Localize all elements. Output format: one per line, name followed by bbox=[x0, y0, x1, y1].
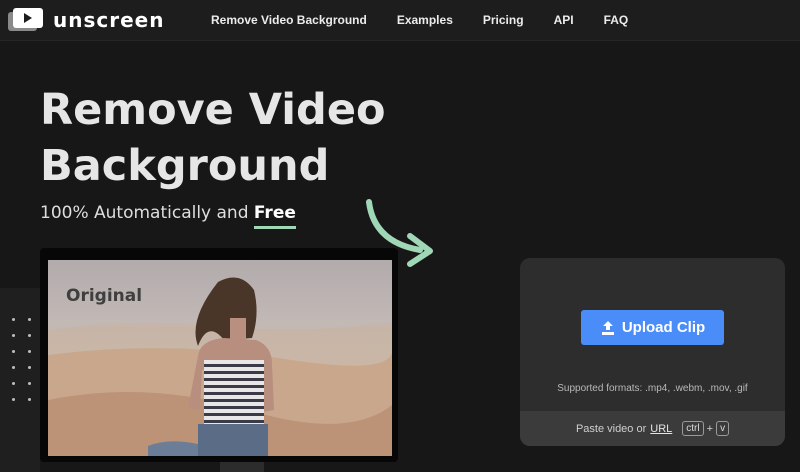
dot bbox=[12, 366, 15, 369]
dot bbox=[12, 318, 15, 321]
dot bbox=[28, 318, 31, 321]
page-title-line-1: Remove Video bbox=[40, 85, 386, 135]
v-key: v bbox=[716, 421, 730, 436]
paste-text: Paste video or bbox=[575, 422, 647, 435]
upload-arrow-icon bbox=[601, 320, 614, 335]
dot bbox=[28, 366, 31, 369]
upload-card: Upload Clip Supported formats: .mp4, .we… bbox=[520, 258, 785, 446]
nav-link-api[interactable]: API bbox=[554, 13, 574, 27]
dot bbox=[28, 350, 31, 353]
page-title: Remove Video Background bbox=[40, 82, 386, 194]
dot bbox=[12, 382, 15, 385]
dot bbox=[12, 350, 15, 353]
upload-clip-label: Upload Clip bbox=[621, 319, 706, 336]
play-icon bbox=[8, 7, 44, 33]
page-title-line-2: Background bbox=[40, 141, 330, 191]
dotted-decoration bbox=[0, 288, 40, 472]
nav-link-remove-video-background[interactable]: Remove Video Background bbox=[211, 13, 367, 27]
dot bbox=[12, 398, 15, 401]
monitor-stand bbox=[220, 462, 264, 472]
dot bbox=[28, 382, 31, 385]
paste-bar: Paste video or URL ctrl + v bbox=[520, 411, 785, 446]
dot bbox=[28, 398, 31, 401]
nav-link-faq[interactable]: FAQ bbox=[604, 13, 629, 27]
dot bbox=[12, 334, 15, 337]
dot bbox=[28, 334, 31, 337]
ctrl-key: ctrl bbox=[682, 421, 704, 436]
supported-formats: Supported formats: .mp4, .webm, .mov, .g… bbox=[557, 383, 748, 394]
plus-sign: + bbox=[706, 422, 714, 435]
top-nav: unscreen Remove Video Background Example… bbox=[0, 0, 800, 41]
nav-link-pricing[interactable]: Pricing bbox=[483, 13, 524, 27]
hero-subtitle: 100% Automatically and Free bbox=[40, 203, 296, 223]
original-label: Original bbox=[66, 286, 143, 306]
url-link[interactable]: URL bbox=[650, 423, 672, 435]
nav-links: Remove Video Background Examples Pricing… bbox=[196, 0, 643, 40]
brand-name: unscreen bbox=[53, 8, 165, 32]
hero-subtitle-text: 100% Automatically and bbox=[40, 203, 254, 223]
video-preview: Original bbox=[48, 260, 392, 456]
video-preview-frame: Original bbox=[40, 248, 398, 462]
logo[interactable]: unscreen bbox=[8, 6, 164, 34]
curved-arrow-icon bbox=[362, 196, 436, 272]
upload-clip-button[interactable]: Upload Clip bbox=[581, 310, 724, 345]
free-emphasis: Free bbox=[253, 203, 296, 223]
nav-link-examples[interactable]: Examples bbox=[397, 13, 453, 27]
